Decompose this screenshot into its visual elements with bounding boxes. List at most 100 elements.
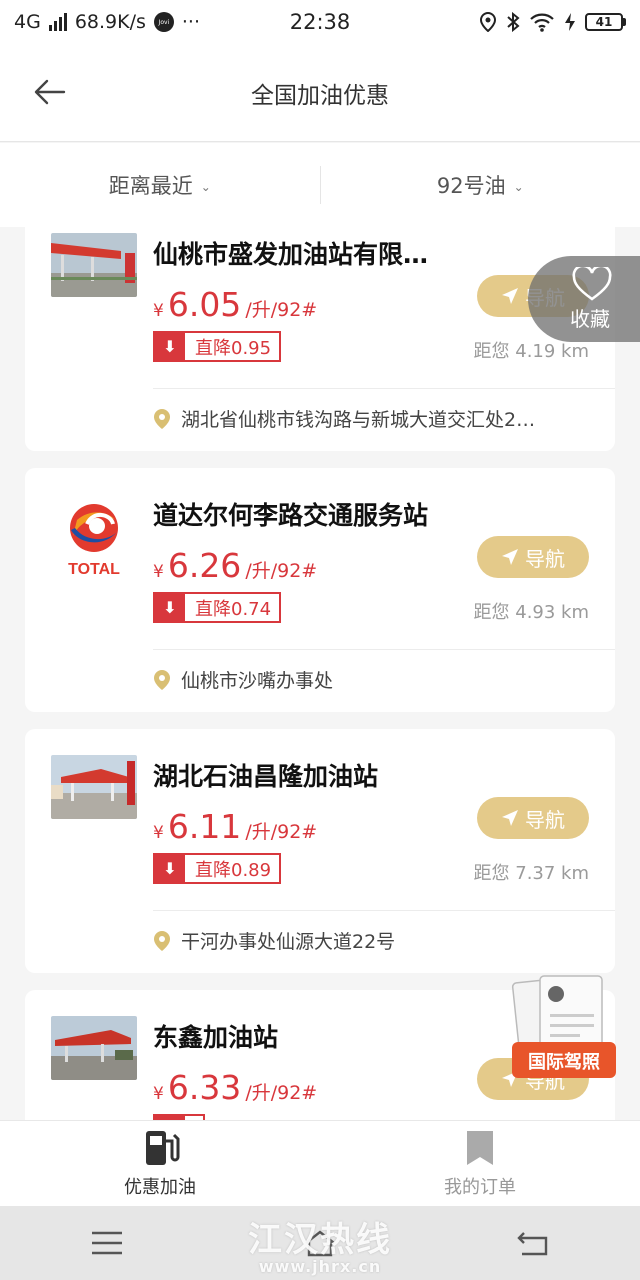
currency-symbol: ¥ — [153, 301, 164, 321]
navigate-label: 导航 — [525, 807, 565, 832]
location-icon — [479, 12, 497, 32]
menu-button[interactable] — [77, 1218, 137, 1268]
station-name: 道达尔何李路交通服务站 — [153, 501, 429, 530]
discount-text: 直降0.74 — [195, 598, 272, 620]
currency-symbol: ¥ — [153, 823, 164, 843]
fuel-filter-label: 92号油 — [436, 174, 506, 198]
fuel-filter-dropdown[interactable]: 92号油 ⌄ — [321, 143, 640, 227]
price-unit: /升/92# — [245, 299, 318, 321]
discount-badge: ⬇ 直降0.74 — [153, 592, 282, 623]
station-name: 湖北石油昌隆加油站 — [153, 762, 379, 791]
discount-badge: ⬇ 直降0.89 — [153, 853, 282, 884]
tab-my-orders-label: 我的订单 — [444, 1176, 516, 1198]
page-title: 全国加油优惠 — [251, 82, 389, 109]
price-row: ¥ 6.11 /升/92# — [153, 807, 317, 846]
battery-icon: 41 — [585, 13, 626, 31]
station-price: 6.05 — [167, 285, 242, 324]
filter-bar: 距离最近 ⌄ 92号油 ⌄ — [0, 143, 640, 227]
currency-symbol: ¥ — [153, 562, 164, 582]
navigate-button[interactable]: 导航 — [477, 797, 589, 839]
price-row: ¥ 6.05 /升/92# — [153, 285, 317, 324]
down-arrow-icon: ⬇ — [155, 333, 185, 360]
navigate-label: 导航 — [525, 546, 565, 571]
card-divider — [153, 388, 615, 389]
down-arrow-icon: ⬇ — [155, 855, 185, 882]
home-button[interactable] — [290, 1218, 350, 1268]
price-unit: /升/92# — [245, 821, 318, 843]
sort-filter-dropdown[interactable]: 距离最近 ⌄ — [0, 143, 320, 227]
currency-symbol: ¥ — [153, 1084, 164, 1104]
bluetooth-icon — [507, 12, 520, 32]
station-name: 仙桃市盛发加油站有限… — [153, 240, 429, 269]
status-right: 41 — [479, 12, 626, 32]
address-text: 干河办事处仙源大道22号 — [181, 931, 396, 953]
navigation-arrow-icon — [502, 810, 518, 826]
station-price: 6.33 — [167, 1068, 242, 1107]
bottom-tab-bar: 优惠加油 我的订单 — [0, 1120, 640, 1206]
station-card[interactable]: 湖北石油昌隆加油站 ¥ 6.11 /升/92# ⬇ 直降0.89 导航 距您 7… — [25, 729, 615, 973]
card-divider — [153, 649, 615, 650]
station-photo — [51, 233, 137, 297]
tab-my-orders[interactable]: 我的订单 — [320, 1121, 640, 1206]
network-type: 4G — [14, 11, 41, 33]
navigate-button[interactable]: 导航 — [477, 536, 589, 578]
chevron-down-icon: ⌄ — [513, 180, 524, 194]
charging-icon — [565, 13, 575, 31]
home-icon — [305, 1230, 335, 1257]
wifi-icon — [530, 13, 554, 32]
station-price: 6.11 — [167, 807, 242, 846]
station-address: 干河办事处仙源大道22号 — [153, 927, 593, 954]
favorite-label: 收藏 — [570, 306, 610, 331]
price-unit: /升/92# — [245, 1082, 318, 1104]
station-price: 6.26 — [167, 546, 242, 585]
station-photo — [51, 755, 137, 819]
more-status-icon: ··· — [181, 11, 201, 33]
location-pin-icon — [154, 669, 170, 690]
location-pin-icon — [154, 930, 170, 951]
international-license-promo[interactable]: 国际驾照 — [510, 974, 618, 1082]
address-text: 湖北省仙桃市钱沟路与新城大道交汇处2… — [181, 409, 536, 431]
chevron-down-icon: ⌄ — [200, 180, 211, 194]
station-name: 东鑫加油站 — [153, 1023, 279, 1052]
jovi-icon: Jovi — [153, 12, 174, 32]
svg-text:TOTAL: TOTAL — [68, 561, 120, 578]
sort-filter-label: 距离最近 — [108, 174, 193, 198]
address-text: 仙桃市沙嘴办事处 — [181, 670, 334, 692]
back-arrow-icon — [34, 79, 66, 105]
back-system-button[interactable] — [503, 1218, 563, 1268]
status-bar: 4G 68.9K/s Jovi ··· 22:38 41 — [0, 0, 640, 44]
back-button[interactable] — [30, 72, 70, 112]
navigation-arrow-icon — [502, 288, 518, 304]
heart-icon — [572, 266, 612, 301]
fuel-pump-icon — [146, 1130, 180, 1165]
station-address: 仙桃市沙嘴办事处 — [153, 666, 593, 693]
price-row: ¥ 6.33 /升/92# — [153, 1068, 317, 1107]
network-speed: 68.9K/s — [74, 11, 146, 33]
discount-text: 直降0.89 — [195, 859, 272, 881]
price-unit: /升/92# — [245, 560, 318, 582]
station-card[interactable]: TOTAL 道达尔何李路交通服务站 ¥ 6.26 /升/92# ⬇ 直降0.74… — [25, 468, 615, 712]
favorite-button[interactable]: 收藏 — [528, 256, 640, 342]
promo-label: 国际驾照 — [528, 1052, 600, 1073]
total-logo: TOTAL — [51, 498, 137, 578]
location-pin-icon — [154, 408, 170, 429]
tab-discount-fuel-label: 优惠加油 — [124, 1176, 196, 1198]
navigation-arrow-icon — [502, 549, 518, 565]
discount-badge: ⬇ 直降0.95 — [153, 331, 282, 362]
bookmark-icon — [467, 1130, 493, 1165]
station-card[interactable]: 仙桃市盛发加油站有限… ¥ 6.05 /升/92# ⬇ 直降0.95 导航 距您… — [25, 227, 615, 451]
signal-icon — [48, 13, 67, 31]
system-navigation-bar — [0, 1206, 640, 1280]
station-address: 湖北省仙桃市钱沟路与新城大道交汇处2… — [153, 405, 593, 432]
return-icon — [517, 1232, 548, 1256]
station-distance: 距您 7.37 km — [473, 863, 589, 884]
card-divider — [153, 910, 615, 911]
price-row: ¥ 6.26 /升/92# — [153, 546, 317, 585]
status-left: 4G 68.9K/s Jovi ··· — [14, 11, 264, 33]
title-bar: 全国加油优惠 — [0, 44, 640, 142]
down-arrow-icon: ⬇ — [155, 594, 185, 621]
menu-icon — [91, 1231, 122, 1255]
station-distance: 距您 4.93 km — [473, 602, 589, 623]
discount-text: 直降0.95 — [195, 337, 272, 359]
tab-discount-fuel[interactable]: 优惠加油 — [0, 1121, 320, 1206]
